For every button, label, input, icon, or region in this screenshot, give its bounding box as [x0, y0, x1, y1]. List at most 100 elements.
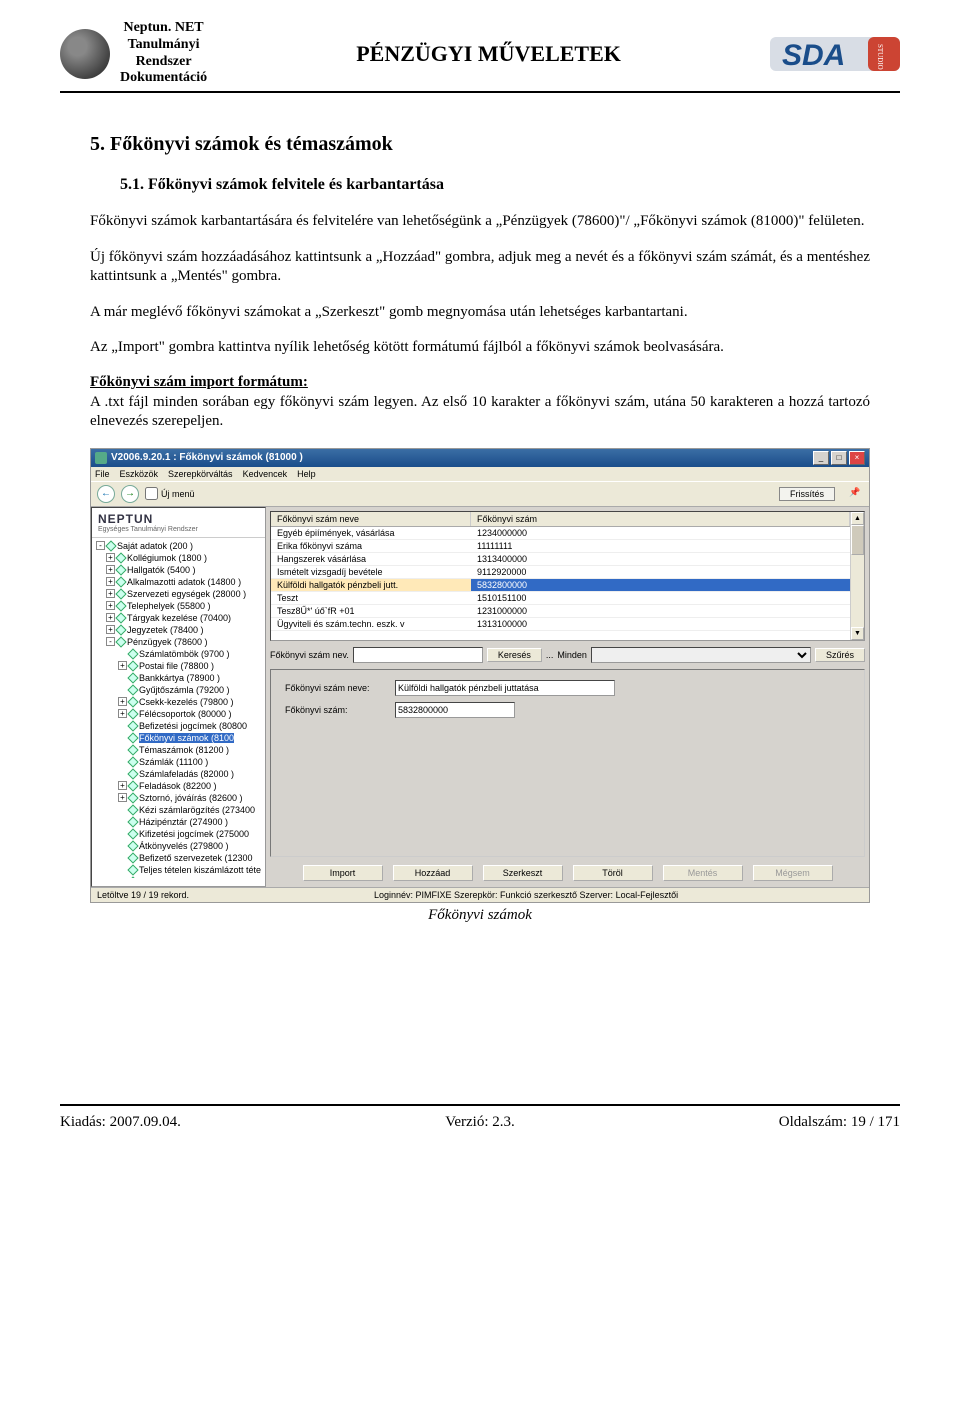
tree-node-icon: [127, 876, 138, 878]
grid-header[interactable]: Főkönyvi szám neve Főkönyvi szám: [271, 512, 850, 527]
tree-toggle-icon[interactable]: +: [106, 553, 115, 562]
tree-toggle-icon[interactable]: +: [106, 577, 115, 586]
delete-button[interactable]: Töröl: [573, 865, 653, 881]
tree-toggle-icon[interactable]: +: [106, 613, 115, 622]
tree-item[interactable]: Témaszámok (81200 ): [92, 744, 265, 756]
tree-item[interactable]: +Sztornó, jóváírás (82600 ): [92, 792, 265, 804]
svg-text:STUDIO: STUDIO: [876, 44, 884, 70]
table-row[interactable]: Ismételt vizsgadíj bevétele9112920000: [271, 566, 850, 579]
table-row[interactable]: Egyéb épiímények, vásárlása1234000000: [271, 527, 850, 540]
tree-node-icon: [127, 792, 138, 803]
menu-help[interactable]: Help: [297, 469, 316, 479]
tree-toggle-icon[interactable]: +: [118, 697, 127, 706]
filter-button[interactable]: Szűrés: [815, 648, 865, 662]
tree-item[interactable]: Teljes tételen kiszámlázott téte: [92, 864, 265, 876]
tree-item[interactable]: +Feladások (82200 ): [92, 780, 265, 792]
tree-item-label: Számlafeladás (82000 ): [139, 769, 234, 779]
tree-node-icon: [127, 672, 138, 683]
tree-item[interactable]: +Kollégiumok (1800 ): [92, 552, 265, 564]
menu-file[interactable]: File: [95, 469, 110, 479]
tree-toggle-icon[interactable]: +: [106, 589, 115, 598]
tree-item[interactable]: +Félécsoportok (80000 ): [92, 708, 265, 720]
tree-toggle-icon[interactable]: +: [118, 781, 127, 790]
tree-item[interactable]: Gyűjtőszámla (79200 ): [92, 684, 265, 696]
new-menu-checkbox[interactable]: Új menü: [145, 487, 195, 500]
scroll-up-button[interactable]: ▲: [851, 512, 864, 525]
tree-item[interactable]: +Telephelyek (55800 ): [92, 600, 265, 612]
nav-tree[interactable]: -Saját adatok (200 )+Kollégiumok (1800 )…: [92, 538, 265, 878]
tree-item[interactable]: Átkönyvelés (279800 ): [92, 840, 265, 852]
tree-item[interactable]: Bankkártya (78900 ): [92, 672, 265, 684]
scroll-down-button[interactable]: ▼: [851, 627, 864, 640]
maximize-button[interactable]: □: [831, 451, 847, 465]
tree-item[interactable]: Befizető szervezetek (12300: [92, 852, 265, 864]
close-button[interactable]: ×: [849, 451, 865, 465]
app-icon: [95, 452, 107, 464]
grid-scrollbar[interactable]: ▲ ▼: [850, 512, 864, 640]
save-button[interactable]: Mentés: [663, 865, 743, 881]
import-button[interactable]: Import: [303, 865, 383, 881]
grid-header-number[interactable]: Főkönyvi szám: [471, 512, 850, 526]
tree-item[interactable]: +Hallgatók (5400 ): [92, 564, 265, 576]
window-titlebar[interactable]: V2006.9.20.1 : Főkönyvi számok (81000 ) …: [91, 449, 869, 467]
tree-toggle-icon[interactable]: -: [96, 541, 105, 550]
tree-item[interactable]: +Jegyzetek (78400 ): [92, 624, 265, 636]
tree-toggle-icon[interactable]: +: [118, 709, 127, 718]
menu-role[interactable]: Szerepkörváltás: [168, 469, 233, 479]
tree-toggle-icon[interactable]: +: [118, 793, 127, 802]
tree-item[interactable]: Kifizetési lista szűrés alapján: [92, 876, 265, 878]
form-input-name[interactable]: [395, 680, 615, 696]
tree-item[interactable]: Számlatömbök (9700 ): [92, 648, 265, 660]
table-row[interactable]: Erika főkönyvi száma11111111: [271, 540, 850, 553]
grid-header-name[interactable]: Főkönyvi szám neve: [271, 512, 471, 526]
tree-item[interactable]: +Csekk-kezelés (79800 ): [92, 696, 265, 708]
table-row[interactable]: Tesz8Ű*' úő`fR +011231000000: [271, 605, 850, 618]
tree-toggle-icon[interactable]: -: [106, 637, 115, 646]
tree-item[interactable]: Kézi számlarögzítés (273400: [92, 804, 265, 816]
tree-item-label: Pénzügyek (78600 ): [127, 637, 208, 647]
tree-toggle-icon[interactable]: +: [106, 601, 115, 610]
tree-item[interactable]: -Saját adatok (200 ): [92, 540, 265, 552]
tree-item-label: Átkönyvelés (279800 ): [139, 841, 229, 851]
tree-item[interactable]: Számlafeladás (82000 ): [92, 768, 265, 780]
tree-node-icon: [127, 660, 138, 671]
scroll-track[interactable]: [851, 555, 864, 627]
tree-node-icon: [115, 552, 126, 563]
search-button[interactable]: Keresés: [487, 648, 542, 662]
tree-item[interactable]: Számlák (11100 ): [92, 756, 265, 768]
table-row[interactable]: Külföldi hallgatók pénzbeli jutt.5832800…: [271, 579, 850, 592]
tree-item[interactable]: +Szervezeti egységek (28000 ): [92, 588, 265, 600]
scroll-thumb[interactable]: [851, 525, 864, 555]
cell-name: Hangszerek vásárlása: [271, 553, 471, 565]
add-button[interactable]: Hozzáad: [393, 865, 473, 881]
table-row[interactable]: Hangszerek vásárlása1313400000: [271, 553, 850, 566]
table-row[interactable]: Teszt1510151100: [271, 592, 850, 605]
minimize-button[interactable]: _: [813, 451, 829, 465]
paragraph: Új főkönyvi szám hozzáadásához kattintsu…: [90, 248, 870, 287]
tree-item[interactable]: +Postai file (78800 ): [92, 660, 265, 672]
tree-item[interactable]: Kifizetési jogcímek (275000: [92, 828, 265, 840]
cancel-button[interactable]: Mégsem: [753, 865, 833, 881]
tree-item[interactable]: Főkönyvi számok (8100: [92, 732, 265, 744]
refresh-button[interactable]: Frissítés: [779, 487, 835, 501]
edit-button[interactable]: Szerkeszt: [483, 865, 563, 881]
tree-toggle-icon[interactable]: +: [106, 625, 115, 634]
tree-toggle-icon[interactable]: +: [106, 565, 115, 574]
menu-favorites[interactable]: Kedvencek: [243, 469, 288, 479]
forward-button[interactable]: →: [121, 485, 139, 503]
tree-toggle-icon[interactable]: +: [118, 661, 127, 670]
back-button[interactable]: ←: [97, 485, 115, 503]
tree-item[interactable]: +Tárgyak kezelése (70400): [92, 612, 265, 624]
pin-icon[interactable]: 📌: [849, 487, 863, 501]
form-input-number[interactable]: [395, 702, 515, 718]
tree-item[interactable]: +Alkalmazotti adatok (14800 ): [92, 576, 265, 588]
filter-dots: ...: [546, 650, 554, 660]
filter-select[interactable]: [591, 647, 811, 663]
tree-item[interactable]: Befizetési jogcímek (80800: [92, 720, 265, 732]
menu-tools[interactable]: Eszközök: [120, 469, 159, 479]
tree-item[interactable]: Házipénztár (274900 ): [92, 816, 265, 828]
table-row[interactable]: Ügyviteli és szám.techn. eszk. v13131000…: [271, 618, 850, 631]
tree-item[interactable]: - Pénzügyek (78600 ): [92, 636, 265, 648]
filter-input[interactable]: [353, 647, 483, 663]
data-grid[interactable]: Főkönyvi szám neve Főkönyvi szám Egyéb é…: [271, 512, 850, 640]
